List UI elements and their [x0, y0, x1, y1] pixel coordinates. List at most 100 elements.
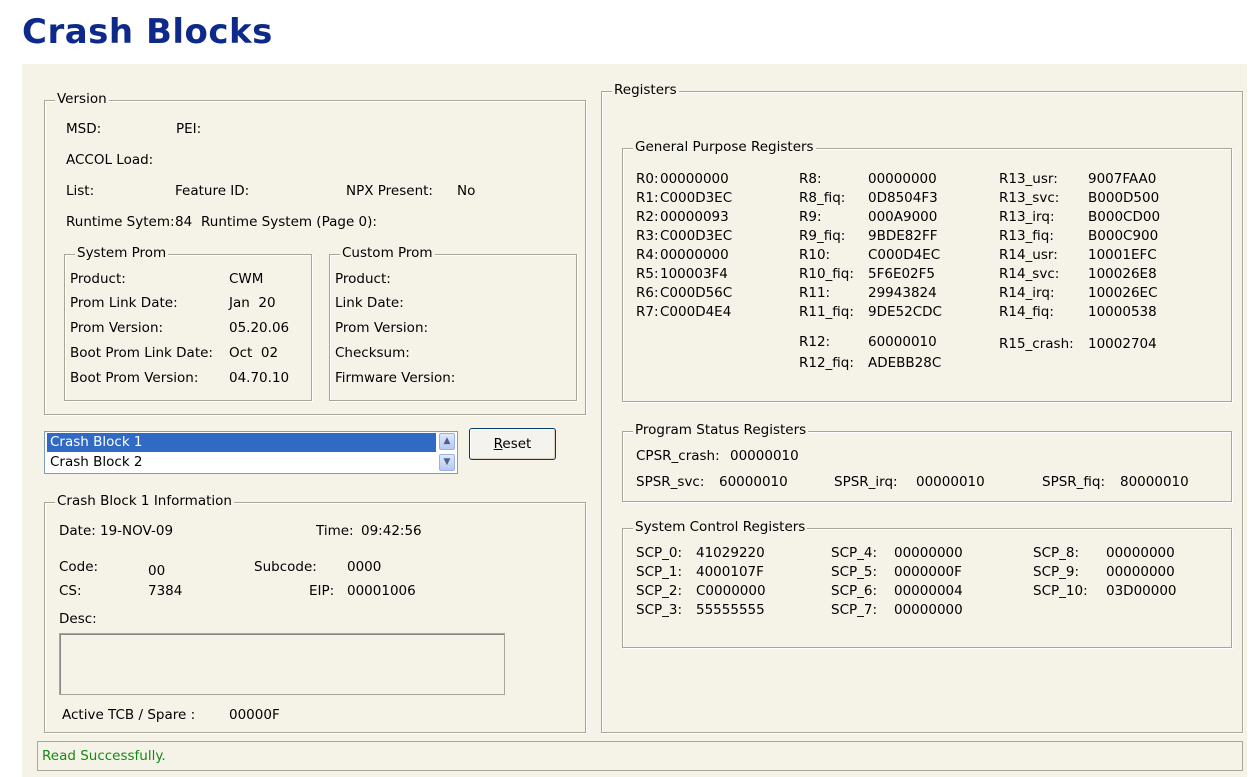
gpr-register-value: 00000000: [660, 247, 729, 263]
boot-prom-link-date-value: Oct 02: [229, 345, 279, 361]
desc-textbox[interactable]: [59, 633, 505, 695]
eip-value: 00001006: [347, 583, 416, 599]
spsr-svc-value: 60000010: [719, 474, 788, 490]
system-prom-group: System Prom Product: CWM Prom Link Date:…: [64, 245, 312, 401]
gpr-register-label: R10:: [799, 247, 831, 263]
prom-link-date-value: Jan 20: [229, 295, 276, 311]
desc-label: Desc:: [59, 611, 97, 627]
gpr-register-label: R10_fiq:: [799, 266, 854, 282]
gpr-register-value: 9DE52CDC: [868, 304, 942, 320]
scp-register-value: 00000000: [894, 602, 963, 618]
scp-register-value: 0000000F: [894, 564, 962, 580]
scp-register-label: SCP_7:: [831, 602, 878, 618]
crash-block-list[interactable]: Crash Block 1 Crash Block 2 ▲ ▼: [44, 431, 458, 474]
gpr-register-label: R5:: [636, 266, 659, 282]
gpr-register-label: R9:: [799, 209, 822, 225]
version-group: Version MSD: PEI: ACCOL Load: List: Feat…: [44, 91, 586, 415]
gpr-register-label: R4:: [636, 247, 659, 263]
gpr-register-value: 60000010: [868, 334, 937, 350]
spsr-fiq-label: SPSR_fiq:: [1042, 474, 1106, 490]
gpr-register-label: R14_svc:: [999, 266, 1060, 282]
gpr-register-label: R2:: [636, 209, 659, 225]
gpr-register-value: 100026E8: [1088, 266, 1157, 282]
spsr-irq-label: SPSR_irq:: [834, 474, 898, 490]
scp-register-label: SCP_2:: [636, 583, 683, 599]
scp-register-label: SCP_1:: [636, 564, 683, 580]
system-prom-product-label: Product:: [70, 271, 126, 287]
psr-legend: Program Status Registers: [633, 422, 809, 438]
scp-register-label: SCP_3:: [636, 602, 683, 618]
scp-register-label: SCP_5:: [831, 564, 878, 580]
boot-prom-link-date-label: Boot Prom Link Date:: [70, 345, 213, 361]
spsr-irq-value: 00000010: [916, 474, 985, 490]
boot-prom-version-label: Boot Prom Version:: [70, 370, 199, 386]
gpr-register-label: R14_irq:: [999, 285, 1055, 301]
scp-register-label: SCP_0:: [636, 545, 683, 561]
custom-prom-version-label: Prom Version:: [335, 320, 429, 336]
subcode-label: Subcode:: [254, 559, 317, 575]
time-label: Time:: [316, 523, 354, 539]
msd-label: MSD:: [66, 121, 102, 137]
scp-register-value: C0000000: [696, 583, 766, 599]
reset-label: eset: [502, 436, 532, 452]
gpr-register-label: R15_crash:: [999, 336, 1074, 352]
gpr-register-value: 5F6E02F5: [868, 266, 936, 282]
scr-group: System Control Registers SCP_0: 41029220 S…: [622, 519, 1232, 648]
reset-button[interactable]: Reset: [469, 428, 556, 460]
scp-register-label: SCP_9:: [1033, 564, 1080, 580]
gpr-register-label: R14_fiq:: [999, 304, 1054, 320]
psr-group: Program Status Registers CPSR_crash: 000…: [622, 422, 1232, 502]
active-tcb-value: 00000F: [229, 707, 280, 723]
status-bar: Read Successfully.: [37, 741, 1243, 771]
boot-prom-version-value: 04.70.10: [229, 370, 290, 386]
crash-block-item-2[interactable]: Crash Block 2: [47, 453, 436, 472]
scroll-up-icon[interactable]: ▲: [439, 433, 455, 450]
version-legend: Version: [55, 91, 109, 107]
scroll-down-icon[interactable]: ▼: [439, 454, 455, 471]
gpr-register-label: R11_fiq:: [799, 304, 854, 320]
system-prom-product-value: CWM: [229, 271, 264, 287]
prom-version-label: Prom Version:: [70, 320, 164, 336]
scp-register-value: 00000004: [894, 583, 963, 599]
runtime-system-value: 84: [175, 214, 193, 230]
system-prom-legend: System Prom: [75, 245, 169, 261]
scp-register-value: 41029220: [696, 545, 765, 561]
gpr-register-label: R6:: [636, 285, 659, 301]
accol-load-label: ACCOL Load:: [66, 152, 154, 168]
crash-info-legend: Crash Block 1 Information: [55, 493, 234, 509]
gpr-register-label: R7:: [636, 304, 659, 320]
eip-label: EIP:: [309, 583, 335, 599]
gpr-register-value: C000D56C: [660, 285, 733, 301]
registers-group: Registers General Purpose Registers R0: 0…: [601, 82, 1243, 733]
gpr-register-label: R14_usr:: [999, 247, 1058, 263]
active-tcb-label: Active TCB / Spare :: [62, 707, 196, 723]
scr-legend: System Control Registers: [633, 519, 808, 535]
page-title: Crash Blocks: [22, 12, 273, 52]
gpr-register-value: C000D3EC: [660, 190, 733, 206]
cpsr-crash-value: 00000010: [730, 448, 799, 464]
gpr-register-value: B000CD00: [1088, 209, 1161, 225]
gpr-register-value: B000D500: [1088, 190, 1160, 206]
custom-prom-product-label: Product:: [335, 271, 391, 287]
gpr-register-label: R3:: [636, 228, 659, 244]
gpr-register-value: 29943824: [868, 285, 937, 301]
gpr-register-label: R13_svc:: [999, 190, 1060, 206]
status-text: Read Successfully.: [42, 748, 166, 764]
custom-prom-group: Custom Prom Product: Link Date: Prom Ver…: [329, 245, 577, 401]
crash-block-item-1[interactable]: Crash Block 1: [47, 433, 436, 452]
pei-label: PEI:: [176, 121, 202, 137]
scp-register-value: 00000000: [894, 545, 963, 561]
list-label: List:: [66, 183, 95, 199]
cpsr-crash-label: CPSR_crash:: [636, 448, 720, 464]
gpr-register-value: ADEBB28C: [868, 355, 942, 371]
gpr-register-label: R8_fiq:: [799, 190, 846, 206]
checksum-label: Checksum:: [335, 345, 410, 361]
scp-register-label: SCP_4:: [831, 545, 878, 561]
gpr-register-value: 100026EC: [1088, 285, 1158, 301]
gpr-register-value: 10001EFC: [1088, 247, 1157, 263]
gpr-register-value: 00000000: [660, 171, 729, 187]
scp-register-value: 55555555: [696, 602, 765, 618]
gpr-register-value: 00000000: [868, 171, 937, 187]
feature-id-label: Feature ID:: [175, 183, 250, 199]
gpr-register-label: R13_fiq:: [999, 228, 1054, 244]
